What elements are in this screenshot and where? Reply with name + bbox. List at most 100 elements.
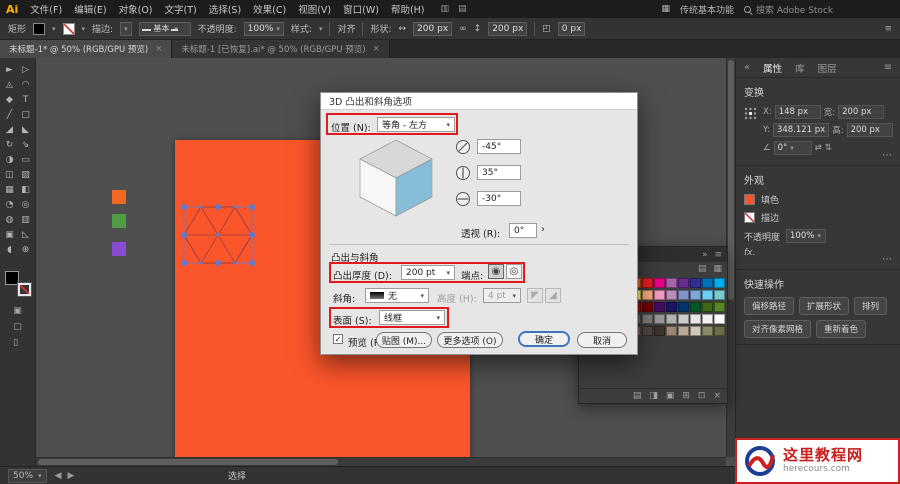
flip-vertical-icon[interactable]: ⇅ [825, 143, 832, 153]
rotate-x-dial-icon[interactable] [455, 139, 471, 155]
stock-search[interactable]: 搜索 Adobe Stock [744, 3, 894, 16]
stroke-weight-field[interactable]: ▾ [120, 21, 132, 36]
menu-item-7[interactable]: 视图(V) [292, 2, 337, 16]
swatch-libraries-icon[interactable]: ▤ [633, 391, 642, 401]
corner-radius-field[interactable]: 0 px [557, 21, 586, 36]
hand-tool[interactable]: ◖ [2, 242, 18, 257]
document-tab[interactable]: 未标题-1 [已恢复].ai* @ 50% (RGB/GPU 预览) × [172, 40, 390, 58]
perspective-field[interactable]: 0° [509, 223, 537, 238]
new-swatch-icon[interactable]: ⊡ [698, 391, 706, 401]
rotate-x-field[interactable]: -45° [477, 139, 521, 154]
color-swatch[interactable] [714, 278, 725, 288]
blend-tool[interactable]: ◎ [18, 197, 34, 212]
direct-selection-tool[interactable]: ▷ [18, 62, 34, 77]
rotation-field[interactable]: 0° ▾ [773, 141, 812, 155]
color-swatch[interactable] [666, 314, 677, 324]
quick-action-button-1[interactable]: 偏移路径 [744, 297, 795, 315]
rotate-z-dial-icon[interactable] [455, 191, 471, 207]
map-art-button[interactable]: 贴图 (M)... [376, 332, 432, 348]
color-swatch[interactable] [642, 314, 653, 324]
fill-swatch[interactable] [744, 194, 755, 205]
document-tab[interactable]: 未标题-1* @ 50% (RGB/GPU 预览) × [0, 40, 173, 58]
opacity-field[interactable]: 100% ▾ [243, 21, 284, 36]
color-swatch[interactable] [642, 302, 653, 312]
panel-menu-icon[interactable]: ≡ [884, 24, 892, 34]
swatch-kinds-icon[interactable]: ◨ [649, 391, 658, 401]
draw-mode-icon-3[interactable]: ▯ [13, 338, 22, 348]
zoom-tool[interactable]: ⊕ [18, 242, 34, 257]
artboard-tool[interactable]: ▣ [2, 227, 18, 242]
share-icon[interactable]: ▤ [458, 4, 467, 14]
previous-artboard-icon[interactable]: ◀ [55, 471, 62, 481]
bevel-select[interactable]: 无 ▾ [365, 288, 429, 303]
more-options-button[interactable]: 更多选项 (O) [437, 332, 503, 348]
color-swatch[interactable] [678, 314, 689, 324]
cap-off-button[interactable]: ◎ [506, 264, 522, 279]
link-dimensions-icon[interactable]: ∞ [459, 24, 467, 34]
collapse-panel-icon[interactable]: » [702, 250, 708, 260]
cancel-button[interactable]: 取消 [577, 332, 627, 348]
delete-swatch-icon[interactable]: × [713, 391, 721, 401]
panel-menu-icon[interactable]: ≡ [884, 62, 892, 73]
color-swatch[interactable] [666, 302, 677, 312]
color-swatch[interactable] [714, 326, 725, 336]
rotate-z-field[interactable]: -30° [477, 191, 521, 206]
color-swatch[interactable] [678, 326, 689, 336]
color-swatch[interactable] [702, 278, 713, 288]
workspace-label[interactable]: 传统基本功能 [680, 3, 734, 16]
menu-item-5[interactable]: 选择(S) [203, 2, 247, 16]
horizontal-scrollbar[interactable] [36, 457, 726, 466]
quick-action-button-2[interactable]: 扩展形状 [799, 297, 850, 315]
menu-item-9[interactable]: 帮助(H) [385, 2, 431, 16]
selection-tool[interactable]: ► [2, 62, 18, 77]
stroke-caret-icon[interactable]: ▾ [82, 25, 86, 33]
new-color-group-icon[interactable]: ⊞ [682, 391, 690, 401]
vertical-scrollbar-thumb[interactable] [728, 60, 734, 300]
preview-checkbox[interactable]: ✓ [333, 334, 343, 344]
draw-mode-icon-1[interactable]: ▣ [13, 306, 22, 316]
color-swatch[interactable] [690, 302, 701, 312]
stroke-swatch[interactable] [744, 212, 755, 223]
color-swatch[interactable] [654, 314, 665, 324]
color-swatch[interactable] [642, 278, 653, 288]
color-swatch[interactable] [702, 326, 713, 336]
next-artboard-icon[interactable]: ▶ [67, 471, 74, 481]
color-swatch[interactable] [654, 290, 665, 300]
close-tab-icon[interactable]: × [155, 44, 162, 54]
stroke-color-swatch[interactable] [62, 22, 75, 35]
style-caret-icon[interactable]: ▾ [319, 25, 323, 33]
color-swatch[interactable] [690, 290, 701, 300]
color-swatch[interactable] [678, 302, 689, 312]
color-swatch[interactable] [714, 314, 725, 324]
color-swatch[interactable] [690, 314, 701, 324]
scale-tool[interactable]: ⇘ [18, 137, 34, 152]
free-transform-tool[interactable]: ▭ [18, 152, 34, 167]
cube-preview[interactable] [351, 135, 441, 223]
reference-point-selector[interactable] [744, 107, 757, 120]
menu-item-4[interactable]: 文字(T) [159, 2, 203, 16]
extrude-depth-field[interactable]: 200 pt ▾ [401, 265, 455, 280]
color-swatch[interactable] [690, 326, 701, 336]
quick-action-button-3[interactable]: 排列 [854, 297, 888, 315]
panel-menu-icon[interactable]: ≡ [714, 250, 722, 260]
brush-definition-field[interactable]: 基本 ▾ [138, 21, 191, 36]
shape-height-field[interactable]: 200 px [488, 21, 528, 36]
color-swatch[interactable] [654, 302, 665, 312]
canvas-square-2[interactable] [112, 214, 126, 228]
close-tab-icon[interactable]: × [373, 44, 380, 54]
grid-view-icon[interactable]: ▦ [713, 264, 722, 274]
column-graph-tool[interactable]: ▥ [18, 212, 34, 227]
shape-builder-tool[interactable]: ◫ [2, 167, 18, 182]
menu-item-8[interactable]: 窗口(W) [337, 2, 385, 16]
draw-mode-icon-2[interactable]: ▢ [13, 322, 22, 332]
line-segment-tool[interactable]: ╱ [2, 107, 18, 122]
perspective-chevron-icon[interactable]: › [541, 224, 545, 235]
color-swatch[interactable] [654, 326, 665, 336]
tab-properties[interactable]: 属性 [763, 61, 782, 75]
color-swatch[interactable] [642, 290, 653, 300]
arrange-documents-icon[interactable]: ▥ [441, 4, 450, 14]
fill-color-swatch[interactable] [33, 22, 46, 35]
menu-item-2[interactable]: 编辑(E) [68, 2, 112, 16]
width-field[interactable]: 200 px [838, 105, 885, 119]
pencil-tool[interactable]: ◣ [18, 122, 34, 137]
